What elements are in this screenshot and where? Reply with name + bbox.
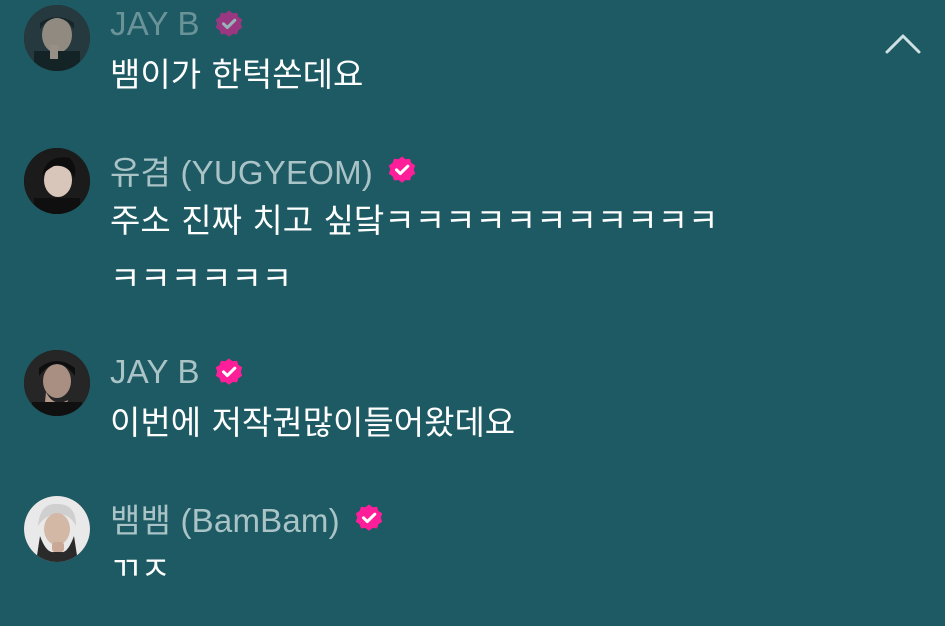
author-name: JAY B	[110, 5, 200, 42]
verified-badge-icon	[214, 9, 244, 39]
author-name: 유겸 (YUGYEOM)	[110, 154, 373, 191]
author-name: JAY B	[110, 353, 200, 390]
message-line: ㄲㅈ	[110, 549, 171, 588]
verified-badge-icon	[354, 503, 384, 533]
avatar[interactable]	[24, 350, 90, 416]
author-row: JAY B	[110, 4, 244, 44]
verified-badge-icon	[214, 357, 244, 387]
author-row: JAY B	[110, 352, 244, 392]
avatar[interactable]	[24, 5, 90, 71]
message-text: ㄲㅈ	[110, 540, 171, 598]
author-row: 뱀뱀 (BamBam)	[110, 498, 384, 539]
avatar[interactable]	[24, 148, 90, 214]
message-text: 주소 진짜 치고 싶닼ㅋㅋㅋㅋㅋㅋㅋㅋㅋㅋㅋ ㅋㅋㅋㅋㅋㅋ	[110, 192, 718, 308]
avatar[interactable]	[24, 496, 90, 562]
verified-badge-icon	[387, 155, 417, 185]
chevron-up-icon[interactable]	[883, 24, 923, 64]
author-name: 뱀뱀 (BamBam)	[110, 502, 340, 539]
message-line: 이번에 저작권많이들어왔데요	[110, 403, 516, 442]
message-line: ㅋㅋㅋㅋㅋㅋ	[110, 259, 293, 298]
message-line: 주소 진짜 치고 싶닼ㅋㅋㅋㅋㅋㅋㅋㅋㅋㅋㅋ	[110, 201, 719, 240]
author-row: 유겸 (YUGYEOM)	[110, 150, 417, 191]
message-text: 뱀이가 한턱쏜데요	[110, 46, 363, 104]
message-line: 뱀이가 한턱쏜데요	[110, 55, 364, 94]
message-text: 이번에 저작권많이들어왔데요	[110, 394, 515, 452]
chat-list: JAY B 뱀이가 한턱쏜데요 유겸 (YUGYEOM) 주소 진짜 치고 싶닼…	[0, 0, 945, 626]
